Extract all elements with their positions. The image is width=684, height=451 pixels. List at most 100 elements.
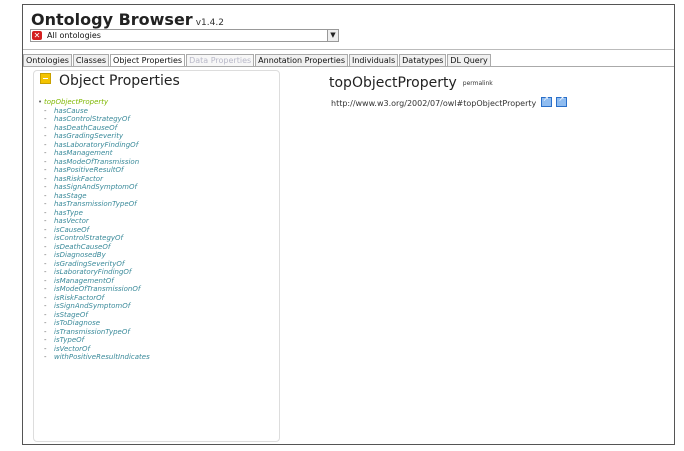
tree-item[interactable]: - isModeOfTransmissionOf bbox=[38, 285, 150, 294]
tree-dash: - bbox=[44, 149, 47, 157]
tree-item[interactable]: - hasType bbox=[38, 209, 150, 218]
tree-dash: - bbox=[44, 123, 47, 132]
tree-item-label: hasGradingSeverity bbox=[54, 132, 124, 140]
tree-item-label: isLaboratoryFindingOf bbox=[54, 268, 132, 276]
tree-item-label: isTypeOf bbox=[54, 336, 85, 344]
panel-title: Object Properties bbox=[40, 73, 180, 89]
tree-item-label: isDiagnosedBy bbox=[54, 251, 106, 259]
tree-item[interactable]: - withPositiveResultIndicates bbox=[38, 353, 150, 362]
tree-dash: - bbox=[44, 217, 47, 225]
open-external-icon[interactable] bbox=[540, 95, 552, 107]
tree-item[interactable]: - isRiskFactorOf bbox=[38, 294, 150, 303]
tree-item[interactable]: - hasRiskFactor bbox=[38, 175, 150, 184]
tree-item[interactable]: - hasDeathCauseOf bbox=[38, 124, 150, 133]
tree-dash: - bbox=[44, 319, 47, 327]
tree-item[interactable]: - isCauseOf bbox=[38, 226, 150, 235]
tree-item-label: hasStage bbox=[54, 191, 87, 200]
tree-dash: - bbox=[44, 191, 47, 200]
tree-item-label: hasType bbox=[54, 208, 83, 217]
tree-item-label: hasRiskFactor bbox=[54, 174, 103, 183]
tree-item-label: isCauseOf bbox=[54, 225, 90, 234]
tree-dash: - bbox=[44, 132, 47, 140]
tree-item[interactable]: - hasLaboratoryFindingOf bbox=[38, 141, 150, 150]
app-title-text: Ontology Browser bbox=[31, 10, 193, 29]
ontology-select-value: All ontologies bbox=[47, 31, 101, 40]
tree-item-label: hasLaboratoryFindingOf bbox=[54, 140, 139, 149]
tree-item[interactable]: - isDiagnosedBy bbox=[38, 251, 150, 260]
tree-item[interactable]: - isManagementOf bbox=[38, 277, 150, 286]
clear-icon[interactable]: ✕ bbox=[32, 31, 42, 40]
tree-item-label: isVectorOf bbox=[54, 344, 91, 353]
tree-item-label: hasControlStrategyOf bbox=[54, 115, 130, 123]
tree-dash: - bbox=[44, 251, 47, 259]
tree-item[interactable]: - isControlStrategyOf bbox=[38, 234, 150, 243]
tree-item[interactable]: - hasVector bbox=[38, 217, 150, 226]
detail-uri-text: http://www.w3.org/2002/07/owl#topObjectP… bbox=[331, 99, 537, 108]
tree-dash: - bbox=[44, 276, 47, 285]
tree-item[interactable]: - hasManagement bbox=[38, 149, 150, 158]
tree-dash: - bbox=[44, 157, 47, 166]
tree-item[interactable]: - hasPositiveResultOf bbox=[38, 166, 150, 175]
tree-item-label: hasPositiveResultOf bbox=[54, 166, 124, 174]
tree-item[interactable]: - isTypeOf bbox=[38, 336, 150, 345]
tree-item-label: isDeathCauseOf bbox=[54, 242, 111, 251]
tree-item[interactable]: - isLaboratoryFindingOf bbox=[38, 268, 150, 277]
ontology-select[interactable]: ✕ All ontologies ▼ bbox=[30, 29, 339, 42]
tree-item-label: withPositiveResultIndicates bbox=[54, 353, 150, 361]
tree-dash: - bbox=[44, 234, 47, 242]
tree-item-label: isStageOf bbox=[54, 310, 88, 319]
tree-dash: - bbox=[44, 225, 47, 234]
tree-dash: - bbox=[44, 327, 47, 336]
tree-dash: - bbox=[44, 208, 47, 217]
tree-dash: - bbox=[44, 174, 47, 183]
tree-dash: - bbox=[44, 242, 47, 251]
tree-item[interactable]: - isToDiagnose bbox=[38, 319, 150, 328]
tree-item[interactable]: - hasGradingSeverity bbox=[38, 132, 150, 141]
tab-bar-divider bbox=[23, 66, 674, 67]
tree-item-label: hasVector bbox=[54, 217, 89, 225]
tree-item-label: isManagementOf bbox=[54, 276, 114, 285]
tree-item[interactable]: - hasModeOfTransmission bbox=[38, 158, 150, 167]
tree-item[interactable]: - isDeathCauseOf bbox=[38, 243, 150, 252]
tree-root-item[interactable]: • topObjectProperty bbox=[38, 98, 150, 107]
detail-title-text: topObjectProperty bbox=[329, 75, 457, 91]
tree-item[interactable]: - hasSignAndSymptomOf bbox=[38, 183, 150, 192]
tree-item-label: isSignAndSymptomOf bbox=[54, 302, 131, 310]
tree-item[interactable]: - hasTransmissionTypeOf bbox=[38, 200, 150, 209]
tree-item-label: hasModeOfTransmission bbox=[54, 157, 140, 166]
tree-item-label: isGradingSeverityOf bbox=[54, 259, 125, 268]
app-version: v1.4.2 bbox=[195, 18, 224, 28]
tree-item[interactable]: - hasCause bbox=[38, 107, 150, 116]
tree-item[interactable]: - isGradingSeverityOf bbox=[38, 260, 150, 269]
header-divider bbox=[23, 49, 674, 50]
tree-dash: - bbox=[44, 268, 47, 276]
tree-dash: - bbox=[44, 293, 47, 302]
tree-item[interactable]: - hasStage bbox=[38, 192, 150, 201]
tree-item[interactable]: - isTransmissionTypeOf bbox=[38, 328, 150, 337]
tree-dash: - bbox=[44, 140, 47, 149]
permalink-link[interactable]: permalink bbox=[463, 80, 493, 87]
tree-item-label: hasSignAndSymptomOf bbox=[54, 183, 137, 191]
tree-item-label: hasManagement bbox=[54, 149, 113, 157]
tree-item-label: hasDeathCauseOf bbox=[54, 123, 118, 132]
tree-dash: - bbox=[44, 353, 47, 361]
tree-dash: - bbox=[44, 259, 47, 268]
tree-item[interactable]: - isSignAndSymptomOf bbox=[38, 302, 150, 311]
tree-dash: - bbox=[44, 336, 47, 344]
property-tree: • topObjectProperty - hasCause - hasControlS… bbox=[38, 98, 150, 362]
object-properties-panel: Object Properties • topObjectProperty - ha… bbox=[33, 70, 280, 442]
tree-item-label: isRiskFactorOf bbox=[54, 293, 105, 302]
tree-dash: - bbox=[44, 183, 47, 191]
tree-item[interactable]: - hasControlStrategyOf bbox=[38, 115, 150, 124]
open-new-window-icon[interactable] bbox=[556, 95, 568, 107]
tree-item[interactable]: - isVectorOf bbox=[38, 345, 150, 354]
tree-dash: - bbox=[44, 344, 47, 353]
tree-dash: - bbox=[44, 285, 47, 293]
tree-item-label: isTransmissionTypeOf bbox=[54, 327, 130, 336]
tab-bar: Ontologies Classes Object Properties Data P… bbox=[23, 53, 492, 67]
detail-title: topObjectProperty permalink bbox=[329, 75, 493, 91]
tree-item-label: isControlStrategyOf bbox=[54, 234, 124, 242]
collapse-panel-icon[interactable] bbox=[40, 73, 51, 84]
dropdown-arrow-icon[interactable]: ▼ bbox=[327, 30, 338, 41]
tree-item[interactable]: - isStageOf bbox=[38, 311, 150, 320]
